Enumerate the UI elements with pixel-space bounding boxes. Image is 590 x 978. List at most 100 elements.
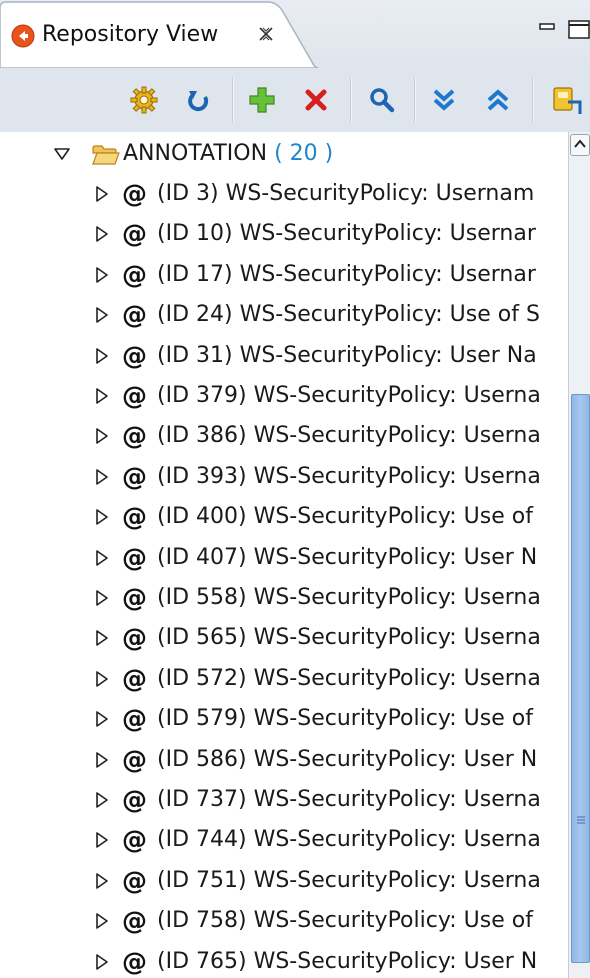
vertical-scrollbar[interactable] bbox=[568, 132, 590, 978]
chevron-right-icon[interactable] bbox=[94, 711, 110, 727]
tree-item-label: (ID 31) WS-SecurityPolicy: User Na bbox=[157, 342, 537, 368]
chevron-right-icon[interactable] bbox=[94, 751, 110, 768]
tree-item[interactable]: @ (ID 379) WS-SecurityPolicy: Userna bbox=[0, 376, 568, 416]
tree-item[interactable]: @ (ID 31) WS-SecurityPolicy: User Na bbox=[0, 336, 568, 376]
chevron-right-icon[interactable] bbox=[94, 266, 110, 283]
tree-item[interactable]: @ (ID 565) WS-SecurityPolicy: Userna bbox=[0, 618, 568, 658]
chevron-right-icon[interactable] bbox=[94, 307, 110, 323]
chevron-right-icon[interactable] bbox=[94, 792, 110, 808]
chevron-right-icon[interactable] bbox=[94, 428, 110, 445]
tree-item-label: (ID 3) WS-SecurityPolicy: Usernam bbox=[157, 181, 535, 206]
chevron-right-icon[interactable] bbox=[94, 468, 110, 485]
tree-item-label: (ID 565) WS-SecurityPolicy: Userna bbox=[157, 625, 541, 651]
tree-item-label: (ID 379) WS-SecurityPolicy: Userna bbox=[157, 383, 541, 408]
root-name: ANNOTATION bbox=[123, 141, 268, 166]
tree-item[interactable]: @ (ID 586) WS-SecurityPolicy: User N bbox=[0, 740, 568, 780]
tree-item[interactable]: @ (ID 407) WS-SecurityPolicy: User N bbox=[0, 538, 568, 578]
tree-item[interactable]: @ (ID 3) WS-SecurityPolicy: Usernam bbox=[0, 174, 568, 214]
tree-item[interactable]: @ (ID 737) WS-SecurityPolicy: Userna bbox=[0, 780, 568, 820]
tree-item-label: (ID 744) WS-SecurityPolicy: Userna bbox=[157, 827, 541, 853]
annotation-icon: @ bbox=[122, 663, 147, 693]
refresh-button[interactable] bbox=[180, 82, 216, 118]
toolbar-separator bbox=[350, 78, 352, 122]
annotation-icon: @ bbox=[122, 744, 147, 774]
tree-item[interactable]: @ (ID 572) WS-SecurityPolicy: Userna bbox=[0, 659, 568, 699]
root-count-badge: ( 20 ) bbox=[274, 141, 334, 166]
tree-item[interactable]: @ (ID 558) WS-SecurityPolicy: Userna bbox=[0, 578, 568, 618]
tree-item[interactable]: @ (ID 751) WS-SecurityPolicy: Userna bbox=[0, 861, 568, 901]
annotation-icon: @ bbox=[122, 785, 147, 814]
tree-item[interactable]: @ (ID 17) WS-SecurityPolicy: Usernar bbox=[0, 255, 568, 295]
tree-item-label: (ID 586) WS-SecurityPolicy: User N bbox=[157, 746, 538, 772]
annotation-icon: @ bbox=[122, 502, 147, 532]
tree-item-label: (ID 17) WS-SecurityPolicy: Usernar bbox=[157, 261, 536, 287]
tree-item[interactable]: @ (ID 393) WS-SecurityPolicy: Userna bbox=[0, 457, 568, 497]
tree-item[interactable]: @ (ID 758) WS-SecurityPolicy: Use of bbox=[0, 901, 568, 941]
expand-all-button[interactable] bbox=[426, 82, 462, 118]
tree-root-label: ANNOTATION ( 20 ) bbox=[123, 138, 333, 170]
annotation-icon: @ bbox=[122, 300, 147, 330]
chevron-right-icon[interactable] bbox=[94, 670, 110, 687]
collapse-all-button[interactable] bbox=[480, 82, 516, 118]
tree-item-label: (ID 737) WS-SecurityPolicy: Userna bbox=[157, 787, 541, 812]
refresh-icon bbox=[188, 91, 209, 112]
tree-item[interactable]: @ (ID 10) WS-SecurityPolicy: Usernar bbox=[0, 214, 568, 254]
search-button[interactable] bbox=[364, 82, 400, 118]
toolbar-separator bbox=[414, 78, 416, 122]
expand-all-icon bbox=[433, 89, 455, 111]
chevron-right-icon[interactable] bbox=[94, 347, 110, 364]
chevron-right-icon[interactable] bbox=[94, 186, 110, 202]
annotation-icon: @ bbox=[122, 583, 147, 612]
annotation-icon: @ bbox=[122, 381, 147, 410]
tree-item[interactable]: @ (ID 386) WS-SecurityPolicy: Userna bbox=[0, 416, 568, 456]
tree-item-label: (ID 400) WS-SecurityPolicy: Use of bbox=[157, 504, 533, 530]
chevron-right-icon[interactable] bbox=[94, 953, 110, 970]
tree-item[interactable]: @ (ID 579) WS-SecurityPolicy: Use of bbox=[0, 699, 568, 739]
tree-item-label: (ID 10) WS-SecurityPolicy: Usernar bbox=[157, 221, 536, 247]
configure-button[interactable] bbox=[126, 82, 162, 118]
chevron-right-icon[interactable] bbox=[94, 872, 110, 889]
annotation-icon: @ bbox=[122, 825, 147, 855]
chevron-right-icon[interactable] bbox=[94, 388, 110, 404]
annotation-icon: @ bbox=[122, 259, 147, 289]
tab-title: Repository View bbox=[42, 22, 219, 47]
annotation-icon: @ bbox=[122, 704, 147, 734]
minimize-icon[interactable] bbox=[538, 18, 556, 36]
chevron-right-icon[interactable] bbox=[94, 509, 110, 525]
chevron-right-icon[interactable] bbox=[94, 226, 110, 243]
tree-root-annotation[interactable]: ANNOTATION ( 20 ) bbox=[0, 134, 568, 174]
tree-item-label: (ID 765) WS-SecurityPolicy: User N bbox=[157, 948, 538, 974]
chevron-right-icon[interactable] bbox=[94, 913, 110, 929]
delete-button[interactable] bbox=[298, 82, 334, 118]
tree-item[interactable]: @ (ID 744) WS-SecurityPolicy: Userna bbox=[0, 820, 568, 860]
scroll-thumb[interactable] bbox=[571, 394, 590, 963]
tree-item[interactable]: @ (ID 765) WS-SecurityPolicy: User N bbox=[0, 942, 568, 978]
add-button[interactable] bbox=[244, 82, 280, 118]
tree-item[interactable]: @ (ID 24) WS-SecurityPolicy: Use of S bbox=[0, 295, 568, 335]
annotation-icon: @ bbox=[122, 461, 147, 491]
add-icon bbox=[249, 87, 275, 113]
tab-repository-view[interactable]: Repository View bbox=[0, 0, 318, 68]
gear-icon bbox=[130, 86, 158, 114]
maximize-icon[interactable] bbox=[566, 18, 590, 40]
tree-item-label: (ID 579) WS-SecurityPolicy: Use of bbox=[157, 706, 533, 732]
tree-item-label: (ID 393) WS-SecurityPolicy: Userna bbox=[157, 463, 541, 489]
tree-item[interactable]: @ (ID 400) WS-SecurityPolicy: Use of bbox=[0, 497, 568, 537]
view-toolbar bbox=[0, 68, 590, 132]
toolbar-separator bbox=[232, 78, 234, 122]
chevron-right-icon[interactable] bbox=[94, 590, 110, 606]
close-icon[interactable] bbox=[257, 25, 275, 43]
import-button[interactable] bbox=[550, 82, 590, 118]
scroll-up-button[interactable] bbox=[570, 134, 590, 156]
import-icon bbox=[553, 87, 582, 114]
chevron-right-icon[interactable] bbox=[94, 630, 110, 647]
chevron-right-icon[interactable] bbox=[94, 832, 110, 849]
chevron-right-icon[interactable] bbox=[94, 549, 110, 566]
chevron-down-icon[interactable] bbox=[54, 146, 70, 162]
annotation-icon: @ bbox=[122, 623, 147, 653]
repository-tree[interactable]: ANNOTATION ( 20 ) @ (ID 3) WS-SecurityPol… bbox=[0, 132, 568, 978]
tree-item-label: (ID 751) WS-SecurityPolicy: Userna bbox=[157, 867, 541, 893]
repository-icon bbox=[11, 24, 35, 48]
grip-icon bbox=[577, 816, 585, 824]
tree-item-label: (ID 386) WS-SecurityPolicy: Userna bbox=[157, 423, 541, 449]
